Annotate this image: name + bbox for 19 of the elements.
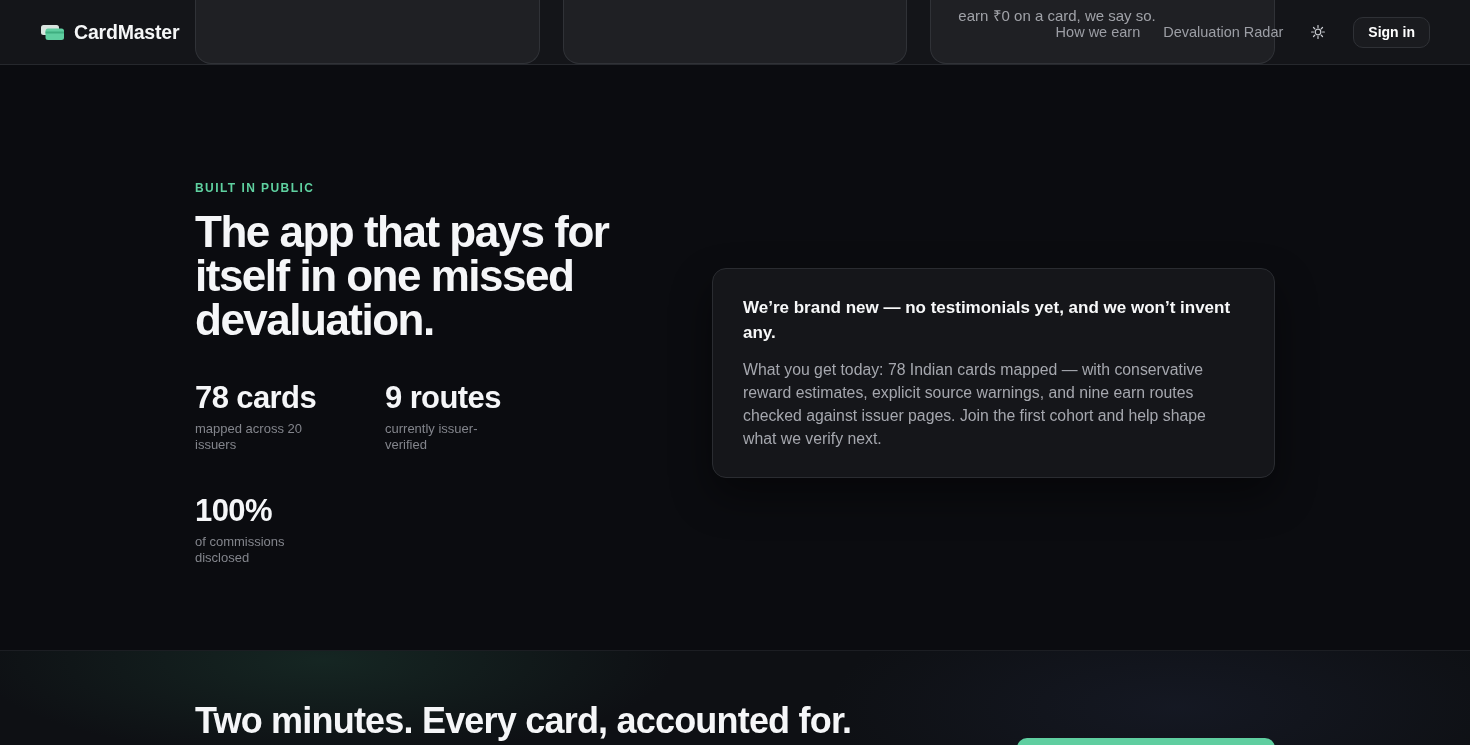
note-text: What you get today: 78 Indian cards mapped — with conservative reward estimates, explicit source warnings, and nine earn routes checked against issuer pages. Join the first cohort and help shape what we verify next.: [743, 360, 1207, 449]
stat-label: mapped across 20 issuers: [195, 421, 303, 453]
cta-heading: Two minutes. Every card, accounted for.: [195, 701, 852, 741]
stat-value: 100%: [195, 493, 273, 529]
nav-link[interactable]: Devaluation Radar: [1163, 23, 1284, 41]
stat-label: of commissions disclosed: [195, 534, 286, 566]
action-button[interactable]: [1017, 738, 1275, 745]
sign-in-button[interactable]: Sign in: [1353, 16, 1430, 48]
stat-label: currently issuer-verified: [385, 421, 479, 453]
sun-icon[interactable]: [1311, 25, 1326, 39]
stat-value: 78 cards: [195, 380, 318, 416]
section-heading: The app that pays for itself in one missed devaluation.: [195, 210, 610, 342]
logo-icon: [41, 24, 64, 40]
stat-value: 9 routes: [385, 380, 502, 416]
note-title: We’re brand new — no testimonials yet, and we won’t invent any.: [743, 297, 1232, 344]
brand-name: CardMaster: [74, 21, 180, 43]
section-eyebrow: BUILT IN PUBLIC: [195, 180, 316, 196]
card-text: earn ₹0 on a card, we say so.: [958, 7, 1156, 25]
nav-link[interactable]: How we earn: [1055, 23, 1141, 41]
